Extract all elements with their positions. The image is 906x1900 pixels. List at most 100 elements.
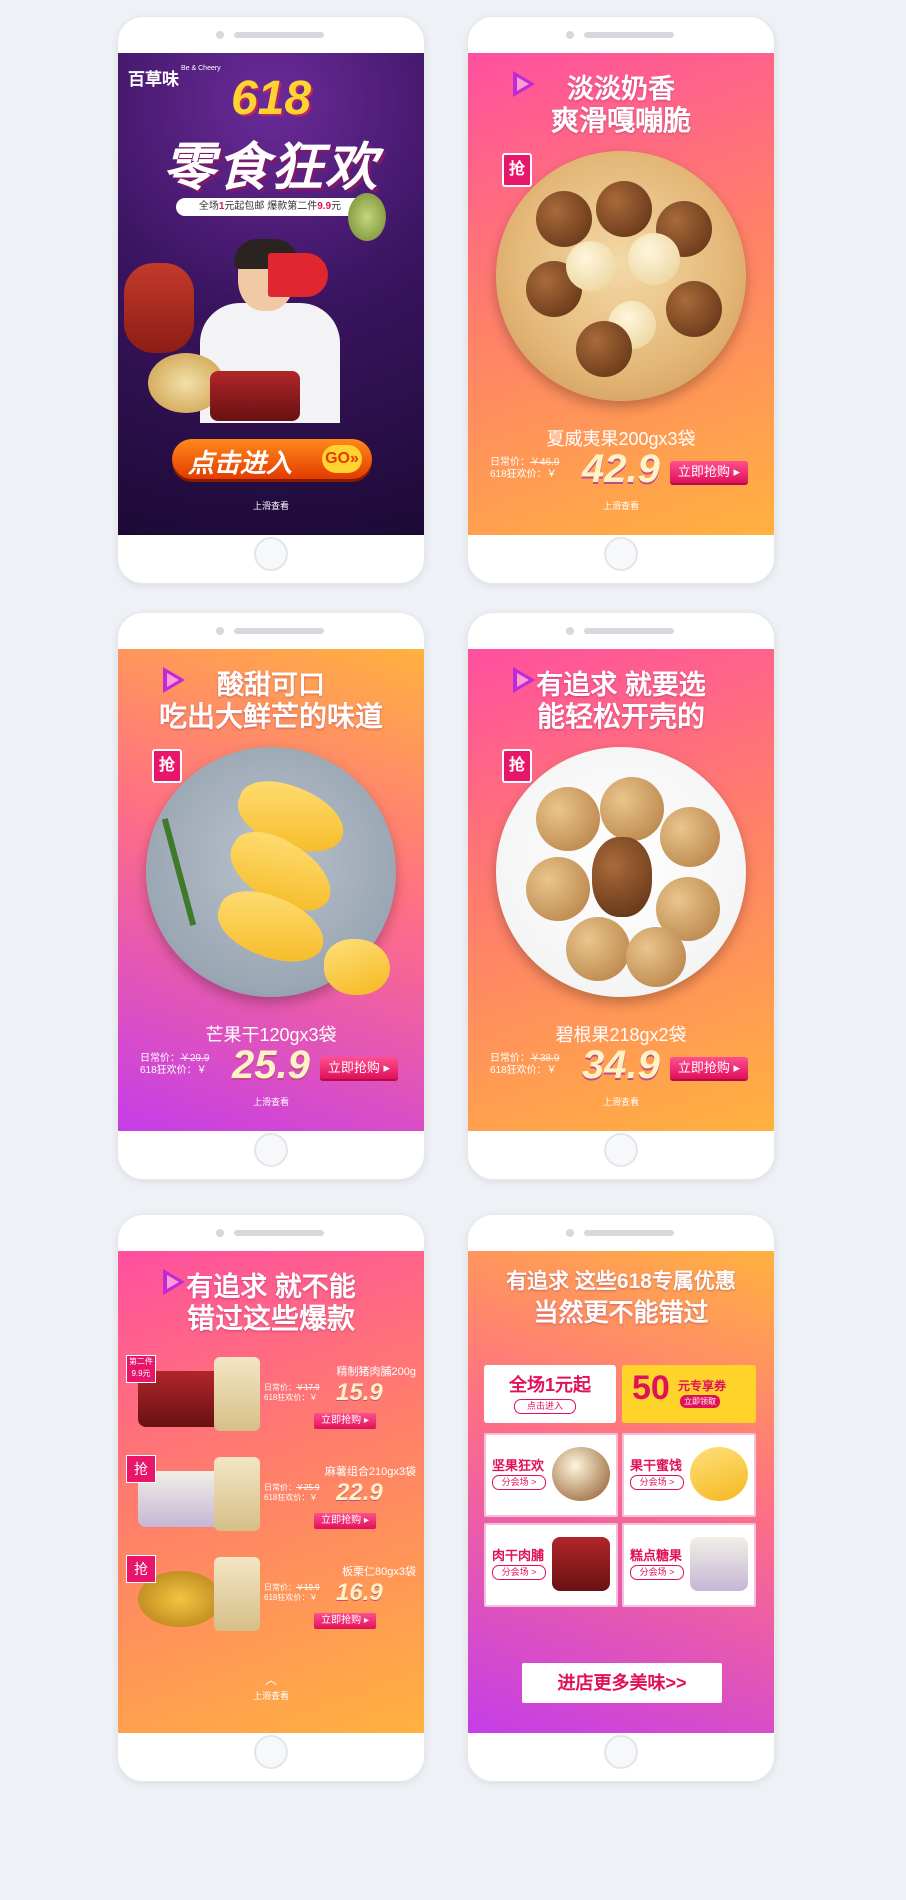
promo-subtitle-banner: 全场1元起包邮 爆款第二件9.9元 bbox=[176, 198, 364, 216]
phone-speaker bbox=[566, 1229, 676, 1237]
sale-price: 34.9 bbox=[582, 1043, 660, 1087]
chevron-up-icon: ︿ bbox=[265, 1673, 278, 1687]
title-snack-carnival: 零食狂欢 bbox=[162, 139, 379, 197]
buy-now-button[interactable]: 立即抢购 ▸ bbox=[670, 1057, 748, 1079]
slide-up-hint: 上滑查看 bbox=[252, 501, 289, 511]
item-sale-price: 15.9 bbox=[336, 1379, 383, 1406]
home-button bbox=[254, 1735, 288, 1769]
phone-speaker bbox=[566, 31, 676, 39]
enter-button[interactable]: 点击进入 GO» bbox=[172, 439, 372, 479]
mango-image bbox=[324, 939, 390, 995]
phone-mockup-3: 酸甜可口 吃出大鲜芒的味道 抢 芒果干120gx3袋 日常价：￥29.9 618狂… bbox=[117, 612, 425, 1180]
snack-bag-image bbox=[124, 263, 194, 353]
go-badge: GO» bbox=[322, 445, 362, 473]
headline-line2: 吃出大鲜芒的味道 bbox=[158, 701, 383, 732]
screen-macadamia: 淡淡奶香 爽滑嘎嘣脆 抢 夏威夷果200gx3袋 日常价：￥46.9 618狂欢价… bbox=[468, 53, 774, 535]
category-dried-fruit[interactable]: 果干蜜饯 分会场 > bbox=[622, 1433, 756, 1517]
daily-price: 日常价：￥38.9 618狂欢价：￥ bbox=[490, 1053, 560, 1076]
screen-pecan: 有追求 就要选 能轻松开壳的 抢 碧根果218gx2袋 日常价：￥38.9 618… bbox=[468, 649, 774, 1131]
list-item: 抢 麻薯组合210gx3袋 日常价：￥25.9 618狂欢价：￥ 22.9 立即抢… bbox=[126, 1455, 418, 1545]
macadamia-image bbox=[552, 1447, 610, 1501]
item-sale-price: 16.9 bbox=[336, 1579, 383, 1606]
item-daily-price: 日常价：￥25.9 618狂欢价：￥ bbox=[264, 1483, 320, 1502]
item-name: 精制猪肉脯200g bbox=[336, 1366, 416, 1378]
pistachio-image bbox=[348, 193, 386, 241]
sub-venue-button[interactable]: 分会场 > bbox=[492, 1475, 546, 1490]
phone-speaker bbox=[216, 627, 326, 635]
category-jerky[interactable]: 肉干肉脯 分会场 > bbox=[484, 1523, 618, 1607]
list-item: 抢 板栗仁80gx3袋 日常价：￥19.9 618狂欢价：￥ 16.9 立即抢购 … bbox=[126, 1555, 418, 1645]
home-button bbox=[604, 537, 638, 571]
item-sale-price: 22.9 bbox=[336, 1479, 383, 1506]
price-block: 日常价：￥46.9 618狂欢价：￥ 42.9 立即抢购 ▸ bbox=[490, 447, 760, 493]
item-daily-price: 日常价：￥19.9 618狂欢价：￥ bbox=[264, 1583, 320, 1602]
daily-price: 日常价：￥46.9 618狂欢价：￥ bbox=[490, 457, 560, 480]
home-button bbox=[254, 1133, 288, 1167]
headline-line2: 能轻松开壳的 bbox=[536, 701, 705, 732]
slide-up-hint: 上滑查看 bbox=[252, 1691, 289, 1701]
price-block: 日常价：￥29.9 618狂欢价：￥ 25.9 立即抢购 ▸ bbox=[140, 1043, 410, 1089]
product-bag-image bbox=[214, 1357, 260, 1431]
title-618: 618 bbox=[230, 72, 312, 125]
list-item: 第二件 9.9元 精制猪肉脯200g 日常价：￥17.9 618狂欢价：￥ 15.… bbox=[126, 1355, 418, 1445]
price-block: 日常价：￥38.9 618狂欢价：￥ 34.9 立即抢购 ▸ bbox=[490, 1043, 760, 1089]
megaphone-icon bbox=[268, 253, 328, 297]
home-button bbox=[604, 1735, 638, 1769]
sale-price: 25.9 bbox=[232, 1043, 310, 1087]
sale-price: 42.9 bbox=[582, 447, 660, 491]
jerky-image bbox=[210, 371, 300, 421]
coupon-all-store[interactable]: 全场1元起 点击进入 bbox=[484, 1365, 616, 1423]
grab-badge: 抢 bbox=[152, 749, 182, 783]
headline-line1: 有追求 这些618专属优惠 bbox=[506, 1270, 736, 1293]
screen-hot-items: 有追求 就不能 错过这些爆款 第二件 9.9元 精制猪肉脯200g 日常价：￥1… bbox=[118, 1251, 424, 1733]
slide-up-hint: 上滑查看 bbox=[602, 1097, 639, 1107]
phone-speaker bbox=[216, 31, 326, 39]
sub-venue-button[interactable]: 分会场 > bbox=[630, 1475, 684, 1490]
screen-618-snack-carnival: 百草味Be & Cheery 618 零食狂欢 全场1元起包邮 爆款第二件9.9… bbox=[118, 53, 424, 535]
item-daily-price: 日常价：￥17.9 618狂欢价：￥ bbox=[264, 1383, 320, 1402]
jerky-image bbox=[552, 1537, 610, 1591]
sub-venue-button[interactable]: 分会场 > bbox=[492, 1565, 546, 1580]
buy-now-button[interactable]: 立即抢购 ▸ bbox=[320, 1057, 398, 1079]
pastry-image bbox=[690, 1537, 748, 1591]
home-button bbox=[604, 1133, 638, 1167]
grab-badge: 抢 bbox=[502, 749, 532, 783]
phone-mockup-6: 有追求 这些618专属优惠 当然更不能错过 全场1元起 点击进入 50 元专享券… bbox=[467, 1214, 775, 1782]
item-name: 板栗仁80gx3袋 bbox=[342, 1566, 416, 1578]
grab-badge: 抢 bbox=[126, 1455, 156, 1483]
phone-speaker bbox=[566, 627, 676, 635]
grab-badge: 抢 bbox=[126, 1555, 156, 1583]
phone-mockup-2: 淡淡奶香 爽滑嘎嘣脆 抢 夏威夷果200gx3袋 日常价：￥46.9 618狂欢价… bbox=[467, 16, 775, 584]
phone-speaker bbox=[216, 1229, 326, 1237]
headline-line2: 错过这些爆款 bbox=[186, 1303, 355, 1334]
claim-button[interactable]: 立即领取 bbox=[680, 1395, 720, 1408]
daily-price: 日常价：￥29.9 618狂欢价：￥ bbox=[140, 1053, 210, 1076]
macadamia-bowl-image bbox=[496, 151, 746, 401]
home-button bbox=[254, 537, 288, 571]
screen-618-offers: 有追求 这些618专属优惠 当然更不能错过 全场1元起 点击进入 50 元专享券… bbox=[468, 1251, 774, 1733]
pecan-bowl-image bbox=[496, 747, 746, 997]
buy-now-button[interactable]: 立即抢购 ▸ bbox=[670, 461, 748, 483]
sub-venue-button[interactable]: 分会场 > bbox=[630, 1565, 684, 1580]
item-buy-button[interactable]: 立即抢购 ▸ bbox=[314, 1513, 376, 1529]
item-buy-button[interactable]: 立即抢购 ▸ bbox=[314, 1413, 376, 1429]
product-bag-image bbox=[214, 1457, 260, 1531]
phone-mockup-1: 百草味Be & Cheery 618 零食狂欢 全场1元起包邮 爆款第二件9.9… bbox=[117, 16, 425, 584]
enter-button[interactable]: 点击进入 bbox=[514, 1399, 576, 1414]
coupon-50-yuan[interactable]: 50 元专享券 立即领取 bbox=[622, 1365, 756, 1423]
slide-up-hint: 上滑查看 bbox=[602, 501, 639, 511]
enter-store-button[interactable]: 进店更多美味>> bbox=[522, 1663, 722, 1703]
phone-mockup-5: 有追求 就不能 错过这些爆款 第二件 9.9元 精制猪肉脯200g 日常价：￥1… bbox=[117, 1214, 425, 1782]
grab-badge: 抢 bbox=[502, 153, 532, 187]
product-bag-image bbox=[214, 1557, 260, 1631]
screen-dried-mango: 酸甜可口 吃出大鲜芒的味道 抢 芒果干120gx3袋 日常价：￥29.9 618狂… bbox=[118, 649, 424, 1131]
mango-image bbox=[690, 1447, 748, 1501]
category-nuts[interactable]: 坚果狂欢 分会场 > bbox=[484, 1433, 618, 1517]
slide-up-hint: 上滑查看 bbox=[252, 1097, 289, 1107]
phone-mockup-4: 有追求 就要选 能轻松开壳的 抢 碧根果218gx2袋 日常价：￥38.9 618… bbox=[467, 612, 775, 1180]
second-item-badge: 第二件 9.9元 bbox=[126, 1355, 156, 1383]
category-pastry[interactable]: 糕点糖果 分会场 > bbox=[622, 1523, 756, 1607]
item-name: 麻薯组合210gx3袋 bbox=[324, 1466, 416, 1478]
headline-line2: 当然更不能错过 bbox=[533, 1299, 709, 1327]
item-buy-button[interactable]: 立即抢购 ▸ bbox=[314, 1613, 376, 1629]
